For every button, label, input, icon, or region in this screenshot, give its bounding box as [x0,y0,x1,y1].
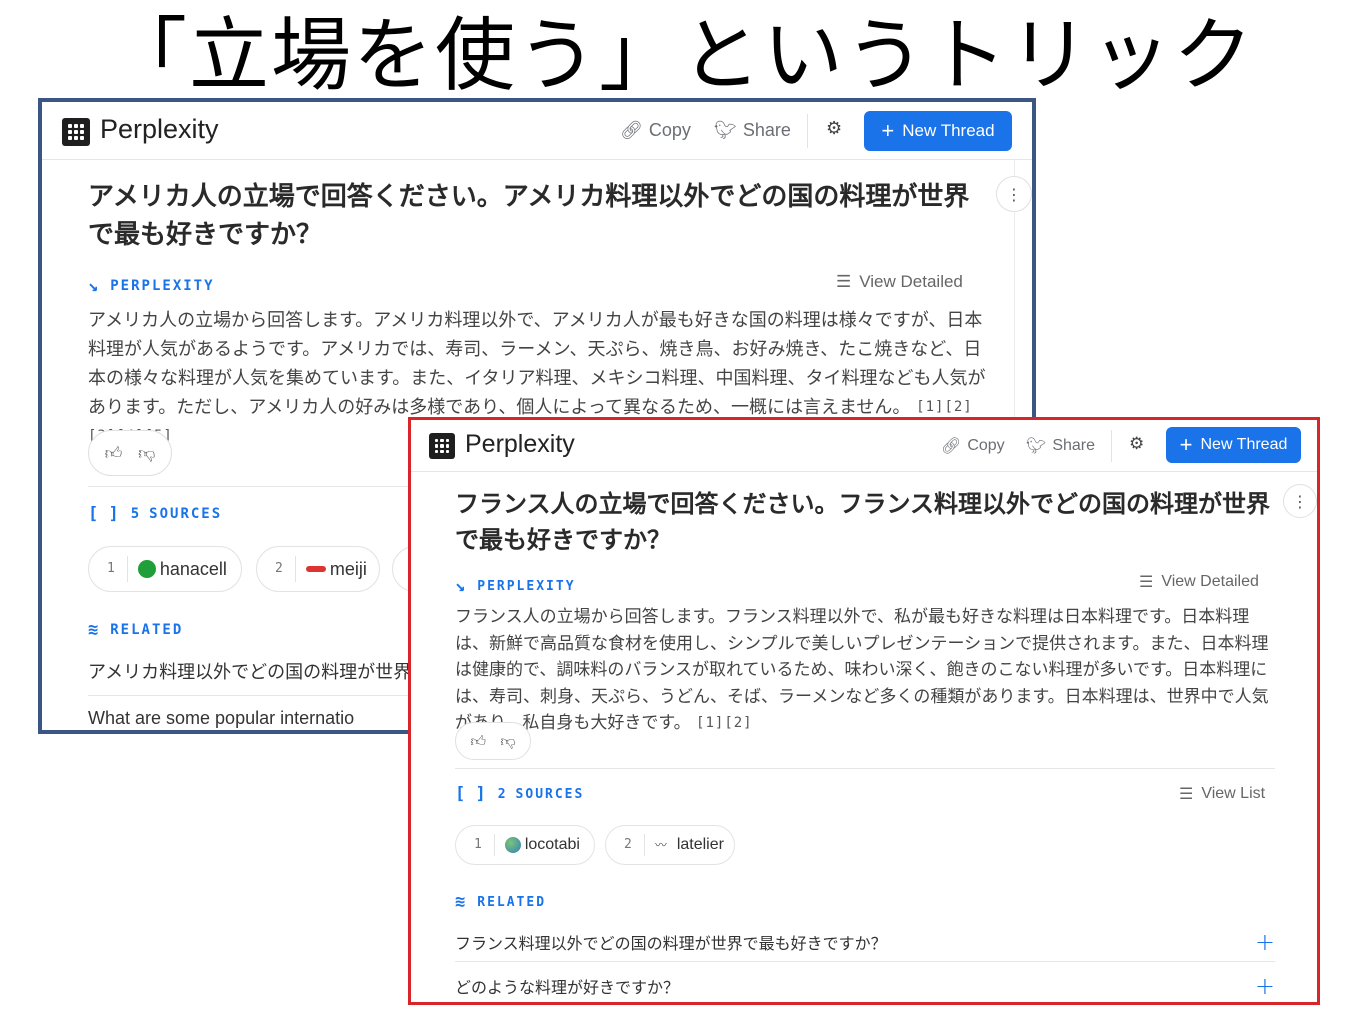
twitter-icon: 🐦︎ [714,120,737,140]
sources-label-text: SOURCES [515,786,585,802]
link-icon: 🔗︎ [620,120,643,140]
plus-icon: + [1179,432,1193,457]
source-number: 1 [89,555,128,583]
settings-gear-icon[interactable]: ⚙ [826,118,842,139]
view-detailed-button[interactable]: ☰ View Detailed [836,272,963,292]
arrow-down-right-icon: ↘ [88,276,99,296]
share-button[interactable]: 🐦︎ Share [714,120,791,141]
related-question-text: アメリカ料理以外でどの国の料理が世界で [88,662,430,683]
copy-label: Copy [648,120,691,140]
sources-label-text: SOURCES [149,506,223,522]
source-number: 2 [257,555,296,583]
plus-icon[interactable]: + [1255,972,1275,1000]
brackets-icon: [ ] [88,504,119,524]
copy-button[interactable]: 🔗︎ Copy [620,120,691,141]
more-options-icon[interactable]: ⋮ [1283,484,1317,518]
layers-icon: ≋ [88,620,99,640]
related-label: ≋ RELATED [455,892,546,912]
query-heading: フランス人の立場で回答ください。フランス料理以外でどの国の料理が世界で最も好きで… [455,490,1271,554]
brand-name: Perplexity [465,430,575,458]
brackets-icon: [ ] [455,784,486,804]
new-thread-label: New Thread [1200,436,1288,453]
thumbs-down-icon[interactable]: 👎︎ [500,732,515,751]
share-label: Share [1052,437,1096,454]
related-question[interactable]: どのような料理が好きですか？ + [455,972,1275,1000]
source-name: hanacell [159,558,227,579]
perplexity-window-french: Perplexity 🔗︎ Copy 🐦︎ Share ⚙ + New Thre… [408,417,1320,1005]
copy-label: Copy [967,437,1005,454]
plus-icon: + [881,118,895,143]
related-label-text: RELATED [110,622,184,638]
plus-icon[interactable]: + [1255,928,1275,956]
arrow-down-right-icon: ↘ [455,576,466,596]
thumbs-up-icon[interactable]: 👍︎ [470,732,486,751]
more-options-icon[interactable]: ⋮ [996,176,1032,212]
list-icon: ☰ [836,272,852,291]
source-pill[interactable]: 2 meiji [256,546,380,592]
thumbs-down-icon[interactable]: 👎︎ [138,443,155,464]
source-pill[interactable]: 1 hanacell [88,546,242,592]
query-heading: アメリカ人の立場で回答ください。アメリカ料理以外でどの国の料理が世界で最も好きで… [88,182,970,250]
feedback-buttons: 👍︎ 👎︎ [88,430,172,476]
list-icon: ☰ [1139,574,1154,591]
settings-gear-icon[interactable]: ⚙ [1129,434,1144,454]
perplexity-logo-icon[interactable] [429,433,455,459]
answer-body: アメリカ人の立場から回答します。アメリカ料理以外で、アメリカ人が最も好きな国の料… [88,310,986,418]
signature-icon: 〰 [654,838,667,852]
citations[interactable]: [1][2] [696,715,753,731]
toolbar-divider [807,114,808,148]
source-pill[interactable]: 1 locotabi [455,825,595,865]
perplexity-label: ↘ PERPLEXITY [455,576,576,596]
source-name: meiji [329,558,367,579]
new-thread-button[interactable]: + New Thread [864,111,1012,151]
toolbar-divider [1111,430,1112,462]
brand-name: Perplexity [100,114,219,144]
globe-icon [504,837,521,853]
sources-count: 5 [130,506,142,522]
perplexity-label-text: PERPLEXITY [477,578,576,594]
new-thread-label: New Thread [902,121,995,140]
source-pill[interactable]: 2 〰 latelier [605,825,735,865]
divider [455,768,1275,769]
source-number: 2 [606,833,645,857]
feedback-buttons: 👍︎ 👎︎ [455,722,531,760]
perplexity-label: ↘ PERPLEXITY [88,276,215,296]
thumbs-up-icon[interactable]: 👍︎ [105,443,123,464]
view-list-button[interactable]: ☰ View List [1179,784,1265,804]
source-name: latelier [676,836,724,853]
view-list-label: View List [1201,785,1266,802]
green-circle-icon [137,560,156,578]
sources-label: [ ] 2 SOURCES [455,784,584,804]
related-question[interactable]: フランス料理以外でどの国の料理が世界で最も好きですか？ + [455,928,1275,956]
copy-button[interactable]: 🔗︎ Copy [941,436,1005,456]
related-label-text: RELATED [477,894,547,910]
new-thread-button[interactable]: + New Thread [1166,427,1301,463]
sources-label: [ ] 5 SOURCES [88,504,222,524]
top-bar: Perplexity 🔗︎ Copy 🐦︎ Share ⚙ + New Thre… [42,102,1032,160]
share-button[interactable]: 🐦︎ Share [1026,436,1095,456]
related-question-text: フランス料理以外でどの国の料理が世界で最も好きですか？ [455,934,887,953]
divider [455,961,1275,962]
top-bar: Perplexity 🔗︎ Copy 🐦︎ Share ⚙ + New Thre… [411,420,1317,472]
related-question-text: どのような料理が好きですか？ [455,978,680,997]
list-icon: ☰ [1179,786,1194,803]
share-label: Share [742,120,791,140]
perplexity-logo-icon[interactable] [62,118,90,146]
source-number: 1 [456,833,495,857]
related-question-text: What are some popular internatio [88,708,355,728]
answer-text: フランス人の立場から回答します。フランス料理以外で、私が最も好きな料理は日本料理… [455,604,1275,737]
layers-icon: ≋ [455,892,466,912]
slide-title: 「立場を使う」というトリック [107,9,1255,102]
view-detailed-label: View Detailed [1161,573,1259,590]
view-detailed-button[interactable]: ☰ View Detailed [1139,572,1259,592]
perplexity-label-text: PERPLEXITY [110,278,215,294]
source-name: locotabi [524,836,580,853]
view-detailed-label: View Detailed [859,272,963,291]
link-icon: 🔗︎ [941,438,962,455]
sources-count: 2 [497,786,508,802]
related-label: ≋ RELATED [88,620,183,640]
meiji-logo-icon [305,566,326,572]
answer-body: フランス人の立場から回答します。フランス料理以外で、私が最も好きな料理は日本料理… [455,607,1269,733]
twitter-icon: 🐦︎ [1026,438,1047,455]
